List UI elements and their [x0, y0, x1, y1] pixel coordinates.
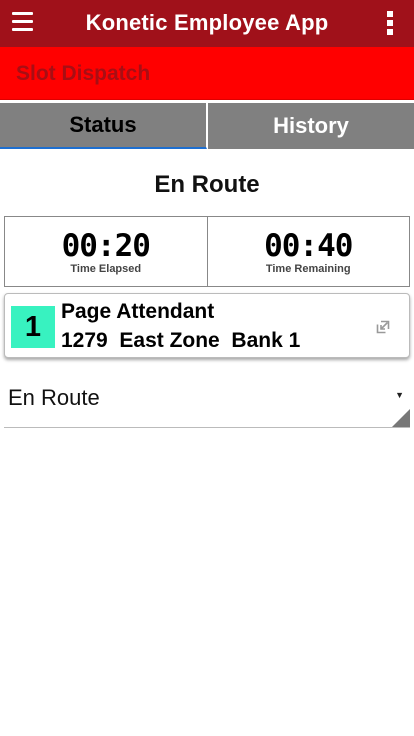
dropdown-arrow-icon: ▼ [395, 390, 404, 400]
task-card[interactable]: 1 Page Attendant 1279 East Zone Bank 1 [4, 293, 410, 358]
status-select[interactable]: En Route ▼ [4, 380, 410, 428]
status-select-value: En Route [8, 385, 100, 410]
status-heading: En Route [154, 171, 260, 198]
timer-panel: 00:20 Time Elapsed 00:40 Time Remaining [4, 216, 410, 287]
task-location: 1279 East Zone Bank 1 [61, 329, 301, 352]
tab-bar: Status History [0, 103, 414, 149]
resize-corner-icon [392, 409, 410, 427]
tab-status[interactable]: Status [0, 103, 207, 149]
time-elapsed: 00:20 Time Elapsed [5, 217, 207, 286]
section-title: Slot Dispatch [16, 62, 151, 85]
tab-history[interactable]: History [207, 103, 414, 149]
time-elapsed-label: Time Elapsed [70, 263, 142, 275]
time-elapsed-value: 00:20 [61, 228, 151, 264]
task-title: Page Attendant [61, 300, 215, 323]
time-remaining-value: 00:40 [264, 228, 353, 264]
section-header: Slot Dispatch [0, 47, 414, 100]
open-external-icon[interactable] [376, 320, 390, 334]
more-options-icon[interactable] [387, 11, 395, 37]
app-title: Konetic Employee App [85, 10, 329, 35]
priority-badge: 1 [11, 306, 55, 348]
time-remaining-label: Time Remaining [265, 263, 351, 275]
time-remaining: 00:40 Time Remaining [206, 217, 410, 286]
app-bar: Konetic Employee App [0, 0, 414, 47]
